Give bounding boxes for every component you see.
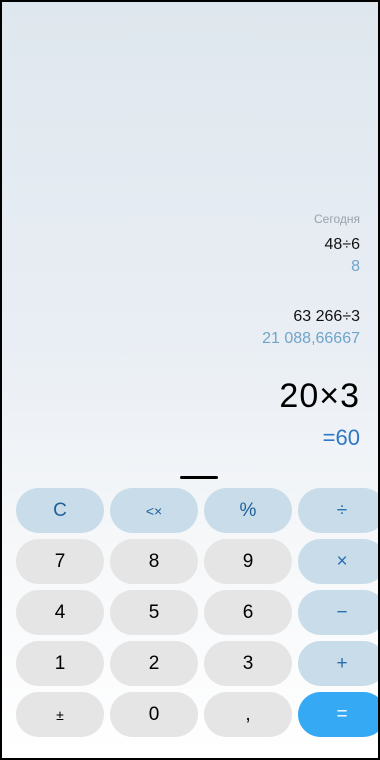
history-result[interactable]: 8: [351, 258, 360, 276]
divide-button[interactable]: ÷: [298, 488, 378, 533]
digit-0-button[interactable]: 0: [110, 692, 198, 737]
digit-1-button[interactable]: 1: [16, 641, 104, 686]
decimal-button[interactable]: ,: [204, 692, 292, 737]
calculator-screen: Сегодня 48÷6 8 63 266÷3 21 088,66667 20×…: [0, 0, 380, 760]
digit-8-button[interactable]: 8: [110, 539, 198, 584]
plus-button[interactable]: +: [298, 641, 378, 686]
backspace-button[interactable]: <×: [110, 488, 198, 533]
keypad: C <× % ÷ 7 8 9 × 4 5 6 − 1 2 3 + ± 0 , =: [16, 488, 378, 737]
multiply-button[interactable]: ×: [298, 539, 378, 584]
digit-7-button[interactable]: 7: [16, 539, 104, 584]
drag-handle[interactable]: [180, 476, 218, 479]
digit-2-button[interactable]: 2: [110, 641, 198, 686]
digit-9-button[interactable]: 9: [204, 539, 292, 584]
equals-button[interactable]: =: [298, 692, 378, 737]
minus-button[interactable]: −: [298, 590, 378, 635]
history-date-label: Сегодня: [314, 212, 360, 226]
sign-toggle-button[interactable]: ±: [16, 692, 104, 737]
digit-3-button[interactable]: 3: [204, 641, 292, 686]
digit-5-button[interactable]: 5: [110, 590, 198, 635]
percent-button[interactable]: %: [204, 488, 292, 533]
digit-6-button[interactable]: 6: [204, 590, 292, 635]
current-expression: 20×3: [279, 377, 360, 415]
digit-4-button[interactable]: 4: [16, 590, 104, 635]
history-result[interactable]: 21 088,66667: [262, 330, 360, 348]
history-panel: Сегодня 48÷6 8 63 266÷3 21 088,66667 20×…: [20, 2, 360, 482]
history-expression[interactable]: 63 266÷3: [293, 308, 360, 326]
clear-button[interactable]: C: [16, 488, 104, 533]
current-result: =60: [322, 425, 360, 450]
history-expression[interactable]: 48÷6: [325, 236, 360, 254]
